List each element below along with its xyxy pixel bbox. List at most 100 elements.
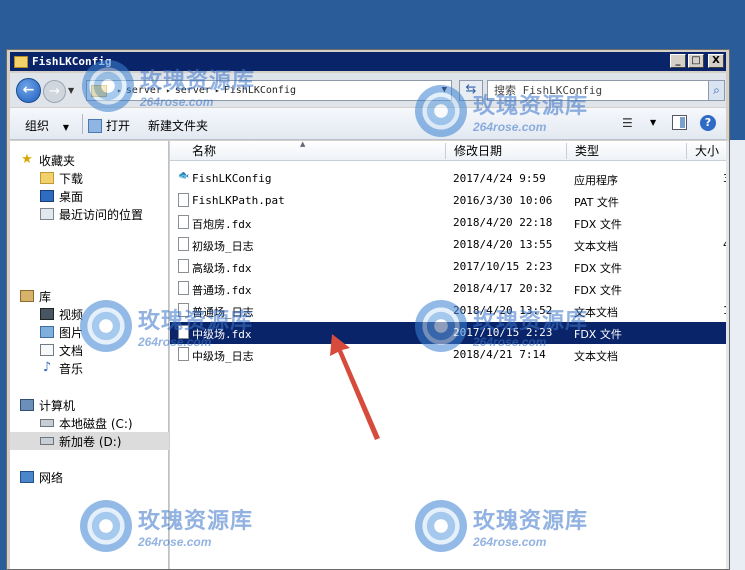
search-icon[interactable]: ⌕ bbox=[708, 80, 725, 101]
toolbar-divider bbox=[82, 114, 83, 134]
sidebar-item-network[interactable]: 网络 bbox=[10, 468, 169, 486]
file-icon bbox=[178, 281, 189, 295]
window-title: FishLKConfig bbox=[32, 55, 112, 68]
file-name: FishLKPath.pat bbox=[192, 194, 285, 207]
hard-drive-icon bbox=[40, 437, 54, 445]
help-icon[interactable]: ? bbox=[700, 115, 716, 131]
file-name: 普通场_日志 bbox=[192, 306, 254, 319]
table-row[interactable]: FishLKConfig2017/4/24 9:59应用程序32 bbox=[170, 168, 729, 190]
search-input[interactable]: 搜索 FishLKConfig bbox=[487, 80, 709, 101]
sidebar-item-pictures[interactable]: 图片 bbox=[10, 323, 169, 341]
column-header-type[interactable]: 类型 bbox=[566, 143, 686, 159]
file-date: 2018/4/20 13:55 bbox=[453, 238, 553, 251]
file-type: 文本文档 bbox=[574, 306, 618, 319]
file-name: FishLKConfig bbox=[192, 172, 272, 185]
address-bar[interactable]: ▸ server ▸ server ▸ FishLKConfig ▼ bbox=[86, 80, 452, 101]
recent-pages-dropdown[interactable]: ▼ bbox=[68, 86, 74, 95]
file-type: FDX 文件 bbox=[574, 218, 622, 231]
file-name: 中级场_日志 bbox=[192, 350, 254, 363]
sidebar-item-label: 桌面 bbox=[59, 189, 84, 204]
sidebar-item-computer[interactable]: 计算机 bbox=[10, 396, 169, 414]
music-icon: ♪ bbox=[42, 360, 52, 375]
network-icon bbox=[20, 471, 34, 483]
table-row[interactable]: 普通场_日志2018/4/20 13:52文本文档13 bbox=[170, 300, 729, 322]
file-icon bbox=[178, 325, 189, 339]
file-name: 中级场.fdx bbox=[192, 328, 252, 341]
table-row[interactable]: 高级场.fdx 2017/10/15 2:23 FDX 文件 bbox=[170, 256, 726, 278]
sidebar-item-recent[interactable]: 最近访问的位置 bbox=[10, 205, 169, 223]
sidebar-item-label: 新加卷 (D:) bbox=[59, 434, 122, 449]
hard-drive-icon bbox=[40, 419, 54, 427]
refresh-button[interactable]: ⇆ bbox=[459, 80, 483, 101]
sidebar-item-libraries[interactable]: 库 bbox=[10, 287, 169, 305]
table-row[interactable]: 中级场.fdx 2017/10/15 2:23 FDX 文件 bbox=[170, 322, 726, 344]
picture-icon bbox=[40, 326, 54, 338]
back-button[interactable]: ← bbox=[16, 78, 41, 103]
scrollbar[interactable] bbox=[726, 141, 729, 569]
folder-icon bbox=[14, 55, 28, 68]
navigation-bar: ← → ▼ ▸ server ▸ server ▸ FishLKConfig ▼… bbox=[10, 73, 726, 107]
desktop-background bbox=[730, 140, 745, 570]
file-icon bbox=[178, 215, 189, 229]
column-header-date[interactable]: 修改日期 bbox=[445, 143, 566, 159]
table-row[interactable]: 百炮房.fdx 2018/4/20 22:18 FDX 文件 bbox=[170, 212, 726, 234]
views-icon[interactable]: ☰ bbox=[622, 116, 633, 130]
file-date: 2018/4/20 13:52 bbox=[453, 304, 553, 317]
file-name: 普通场.fdx bbox=[192, 284, 252, 297]
file-icon bbox=[178, 347, 189, 361]
computer-icon bbox=[20, 399, 34, 411]
forward-button[interactable]: → bbox=[43, 80, 66, 103]
network-group: 网络 bbox=[10, 468, 169, 486]
open-button[interactable]: 打开 bbox=[88, 117, 130, 134]
table-row[interactable]: 普通场.fdx 2018/4/17 20:32 FDX 文件 bbox=[170, 278, 726, 300]
sidebar-item-documents[interactable]: 文档 bbox=[10, 341, 169, 359]
sidebar-item-label: 网络 bbox=[39, 470, 64, 485]
breadcrumb-separator: ▸ bbox=[117, 86, 122, 95]
breadcrumb-separator: ▸ bbox=[165, 86, 171, 95]
desktop-icon bbox=[40, 190, 54, 202]
organize-label: 组织 bbox=[25, 119, 50, 133]
sidebar-item-drive-c[interactable]: 本地磁盘 (C:) bbox=[10, 414, 169, 432]
table-row[interactable]: FishLKPath.pat 2016/3/30 10:06 PAT 文件 bbox=[170, 190, 726, 212]
column-header-row: 名称 ▲ 修改日期 类型 大小 bbox=[170, 140, 726, 161]
file-icon bbox=[178, 237, 189, 251]
column-header-size[interactable]: 大小 bbox=[686, 143, 726, 159]
sidebar-item-desktop[interactable]: 桌面 bbox=[10, 187, 169, 205]
breadcrumb-item[interactable]: FishLKConfig bbox=[224, 85, 296, 96]
breadcrumb-separator: ▸ bbox=[214, 86, 220, 95]
sidebar-item-favorites[interactable]: ★ 收藏夹 bbox=[10, 151, 169, 169]
explorer-window: FishLKConfig _ □ X ← → ▼ ▸ server ▸ serv… bbox=[6, 49, 730, 570]
sidebar-item-label: 收藏夹 bbox=[39, 153, 76, 168]
close-button[interactable]: X bbox=[708, 54, 724, 68]
address-dropdown[interactable]: ▼ bbox=[442, 85, 447, 95]
file-date: 2017/10/15 2:23 bbox=[453, 260, 553, 273]
title-bar[interactable]: FishLKConfig _ □ X bbox=[10, 52, 726, 71]
table-row[interactable]: 初级场_日志2018/4/20 13:55文本文档4 bbox=[170, 234, 729, 256]
new-folder-button[interactable]: 新建文件夹 bbox=[148, 117, 208, 134]
sidebar-item-drive-d[interactable]: 新加卷 (D:) bbox=[10, 432, 169, 450]
preview-pane-icon[interactable] bbox=[672, 115, 687, 130]
star-icon: ★ bbox=[21, 152, 33, 167]
file-date: 2017/4/24 9:59 bbox=[453, 172, 546, 185]
breadcrumb-item[interactable]: server bbox=[126, 85, 162, 96]
file-name: 百炮房.fdx bbox=[192, 218, 252, 231]
app-icon bbox=[178, 171, 192, 185]
table-row[interactable]: 中级场_日志 2018/4/21 7:14 文本文档 bbox=[170, 344, 726, 366]
breadcrumb-item[interactable]: server bbox=[175, 85, 211, 96]
sidebar-item-music[interactable]: ♪ 音乐 bbox=[10, 359, 169, 377]
file-type: 应用程序 bbox=[574, 174, 618, 187]
organize-button[interactable]: 组织 ▼ bbox=[25, 117, 69, 134]
minimize-button[interactable]: _ bbox=[670, 54, 686, 68]
sidebar-item-label: 下载 bbox=[59, 171, 84, 186]
sidebar-item-label: 视频 bbox=[59, 307, 84, 322]
maximize-button[interactable]: □ bbox=[688, 54, 704, 68]
sidebar-item-downloads[interactable]: 下载 bbox=[10, 169, 169, 187]
file-type: FDX 文件 bbox=[574, 328, 622, 341]
window-controls: _ □ X bbox=[670, 54, 724, 68]
recent-places-icon bbox=[40, 208, 54, 220]
column-header-name[interactable]: 名称 bbox=[184, 143, 446, 159]
libraries-group: 库 视频 图片 文档 ♪ 音乐 bbox=[10, 287, 169, 377]
chevron-down-icon[interactable]: ▼ bbox=[650, 118, 656, 127]
sidebar-item-videos[interactable]: 视频 bbox=[10, 305, 169, 323]
library-icon bbox=[20, 290, 34, 302]
